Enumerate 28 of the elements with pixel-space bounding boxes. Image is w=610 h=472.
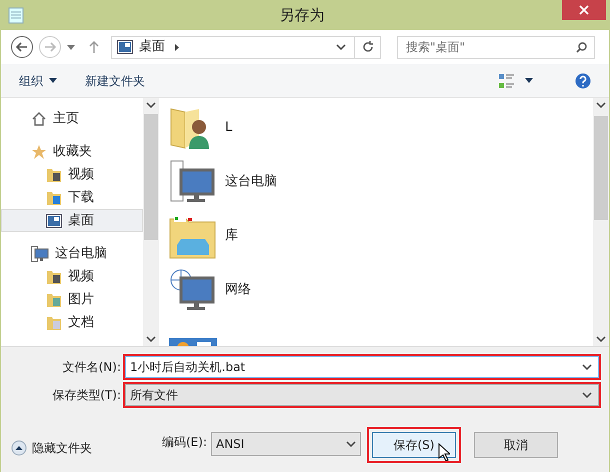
sidebar-item[interactable]: 主页 [1, 107, 143, 130]
window-title: 另存为 [278, 4, 326, 26]
search-field[interactable]: 搜索"桌面" [397, 36, 595, 58]
field-label: 保存类型(T): [51, 387, 122, 404]
sidebar-item[interactable]: 这台电脑 [1, 242, 143, 265]
cancel-button[interactable]: 取消 [474, 432, 558, 458]
sidebar-item[interactable]: 视频 [1, 265, 143, 288]
sidebar-item[interactable]: 视频 [1, 163, 143, 186]
address-bar[interactable]: 桌面 [111, 36, 381, 58]
field-label: 文件名(N): [62, 359, 122, 376]
toolbar-button[interactable]: 新建文件夹 [85, 72, 145, 90]
file-name[interactable]: 库 [225, 226, 238, 246]
breadcrumb[interactable]: 桌面 [139, 37, 165, 57]
save-button[interactable]: 保存(S) [372, 432, 456, 458]
toolbar-button[interactable]: 组织 [19, 72, 57, 90]
file-type-dropdown[interactable]: 所有文件 [125, 384, 599, 406]
sidebar-item[interactable]: 图片 [1, 288, 143, 311]
file-name[interactable]: L [225, 118, 232, 138]
encoding-dropdown[interactable]: ANSI [211, 432, 361, 456]
sidebar-item[interactable]: 收藏夹 [1, 140, 143, 163]
sidebar-item[interactable]: 文档 [1, 311, 143, 334]
file-name[interactable]: 网络 [225, 280, 251, 300]
hide-folders-button[interactable]: 隐藏文件夹 [11, 439, 92, 457]
file-name[interactable]: 这台电脑 [225, 172, 277, 192]
field-label: 编码(E): [162, 434, 207, 451]
filename-combobox[interactable]: 1小时后自动关机.bat [125, 356, 599, 378]
sidebar-item[interactable]: 下载 [1, 186, 143, 209]
sidebar-item[interactable]: 桌面 [1, 209, 143, 232]
